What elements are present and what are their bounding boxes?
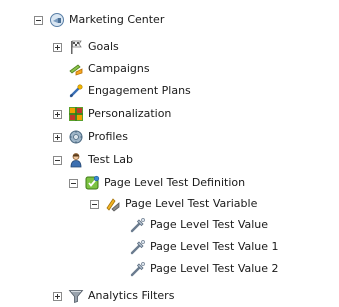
tree-label-page-level-test-value-2: Page Level Test Value 2 xyxy=(150,262,279,275)
collapse-toggle-marketing-center[interactable] xyxy=(34,15,43,25)
engagement-plans-icon xyxy=(68,83,84,99)
test-variable-icon xyxy=(105,196,121,212)
tree-label-engagement-plans: Engagement Plans xyxy=(88,84,191,97)
analytics-filter-icon xyxy=(68,288,84,304)
tree-label-analytics-filters: Analytics Filters xyxy=(88,289,175,302)
content-tree: Marketing Center Goals Campaigns Engagem… xyxy=(0,0,339,305)
tree-node-goals[interactable]: Goals xyxy=(53,36,119,58)
tree-node-personalization[interactable]: Personalization xyxy=(53,103,171,125)
collapse-toggle-test-lab[interactable] xyxy=(53,155,62,165)
tree-node-test-lab[interactable]: Test Lab xyxy=(53,149,133,171)
expand-toggle-goals[interactable] xyxy=(53,42,62,52)
test-value-icon xyxy=(130,261,146,277)
test-lab-icon xyxy=(68,152,84,168)
tree-node-page-level-test-definition[interactable]: Page Level Test Definition xyxy=(69,172,245,194)
tree-node-page-level-test-value-1[interactable]: Page Level Test Value 1 xyxy=(130,236,279,258)
tree-node-analytics-filters[interactable]: Analytics Filters xyxy=(53,285,174,307)
tree-node-page-level-test-value[interactable]: Page Level Test Value xyxy=(130,214,268,236)
tree-label-test-lab: Test Lab xyxy=(88,153,134,166)
tree-label-page-level-test-definition: Page Level Test Definition xyxy=(104,176,246,189)
expand-toggle-profiles[interactable] xyxy=(53,132,62,142)
tree-node-campaigns[interactable]: Campaigns xyxy=(68,58,150,80)
tree-node-engagement-plans[interactable]: Engagement Plans xyxy=(68,80,191,102)
expand-toggle-personalization[interactable] xyxy=(53,109,62,119)
goals-flag-icon xyxy=(68,39,84,55)
marketing-center-icon xyxy=(49,12,65,28)
collapse-toggle-page-level-test-definition[interactable] xyxy=(69,178,78,188)
tree-label-page-level-test-value-1: Page Level Test Value 1 xyxy=(150,240,279,253)
tree-node-profiles[interactable]: Profiles xyxy=(53,126,128,148)
expand-toggle-analytics-filters[interactable] xyxy=(53,291,62,301)
campaigns-icon xyxy=(68,61,84,77)
collapse-toggle-page-level-test-variable[interactable] xyxy=(90,199,99,209)
tree-label-page-level-test-value: Page Level Test Value xyxy=(150,218,269,231)
profiles-icon xyxy=(68,129,84,145)
tree-node-marketing-center[interactable]: Marketing Center xyxy=(34,9,164,31)
tree-label-goals: Goals xyxy=(88,40,119,53)
test-value-icon xyxy=(130,239,146,255)
test-definition-icon xyxy=(84,175,100,191)
tree-label-personalization: Personalization xyxy=(88,107,172,120)
tree-label-profiles: Profiles xyxy=(88,130,128,143)
test-value-icon xyxy=(130,217,146,233)
tree-label-marketing-center: Marketing Center xyxy=(69,13,165,26)
tree-node-page-level-test-variable[interactable]: Page Level Test Variable xyxy=(90,193,257,215)
tree-label-campaigns: Campaigns xyxy=(88,62,150,75)
personalization-icon xyxy=(68,106,84,122)
tree-node-page-level-test-value-2[interactable]: Page Level Test Value 2 xyxy=(130,258,279,280)
tree-label-page-level-test-variable: Page Level Test Variable xyxy=(125,197,258,210)
